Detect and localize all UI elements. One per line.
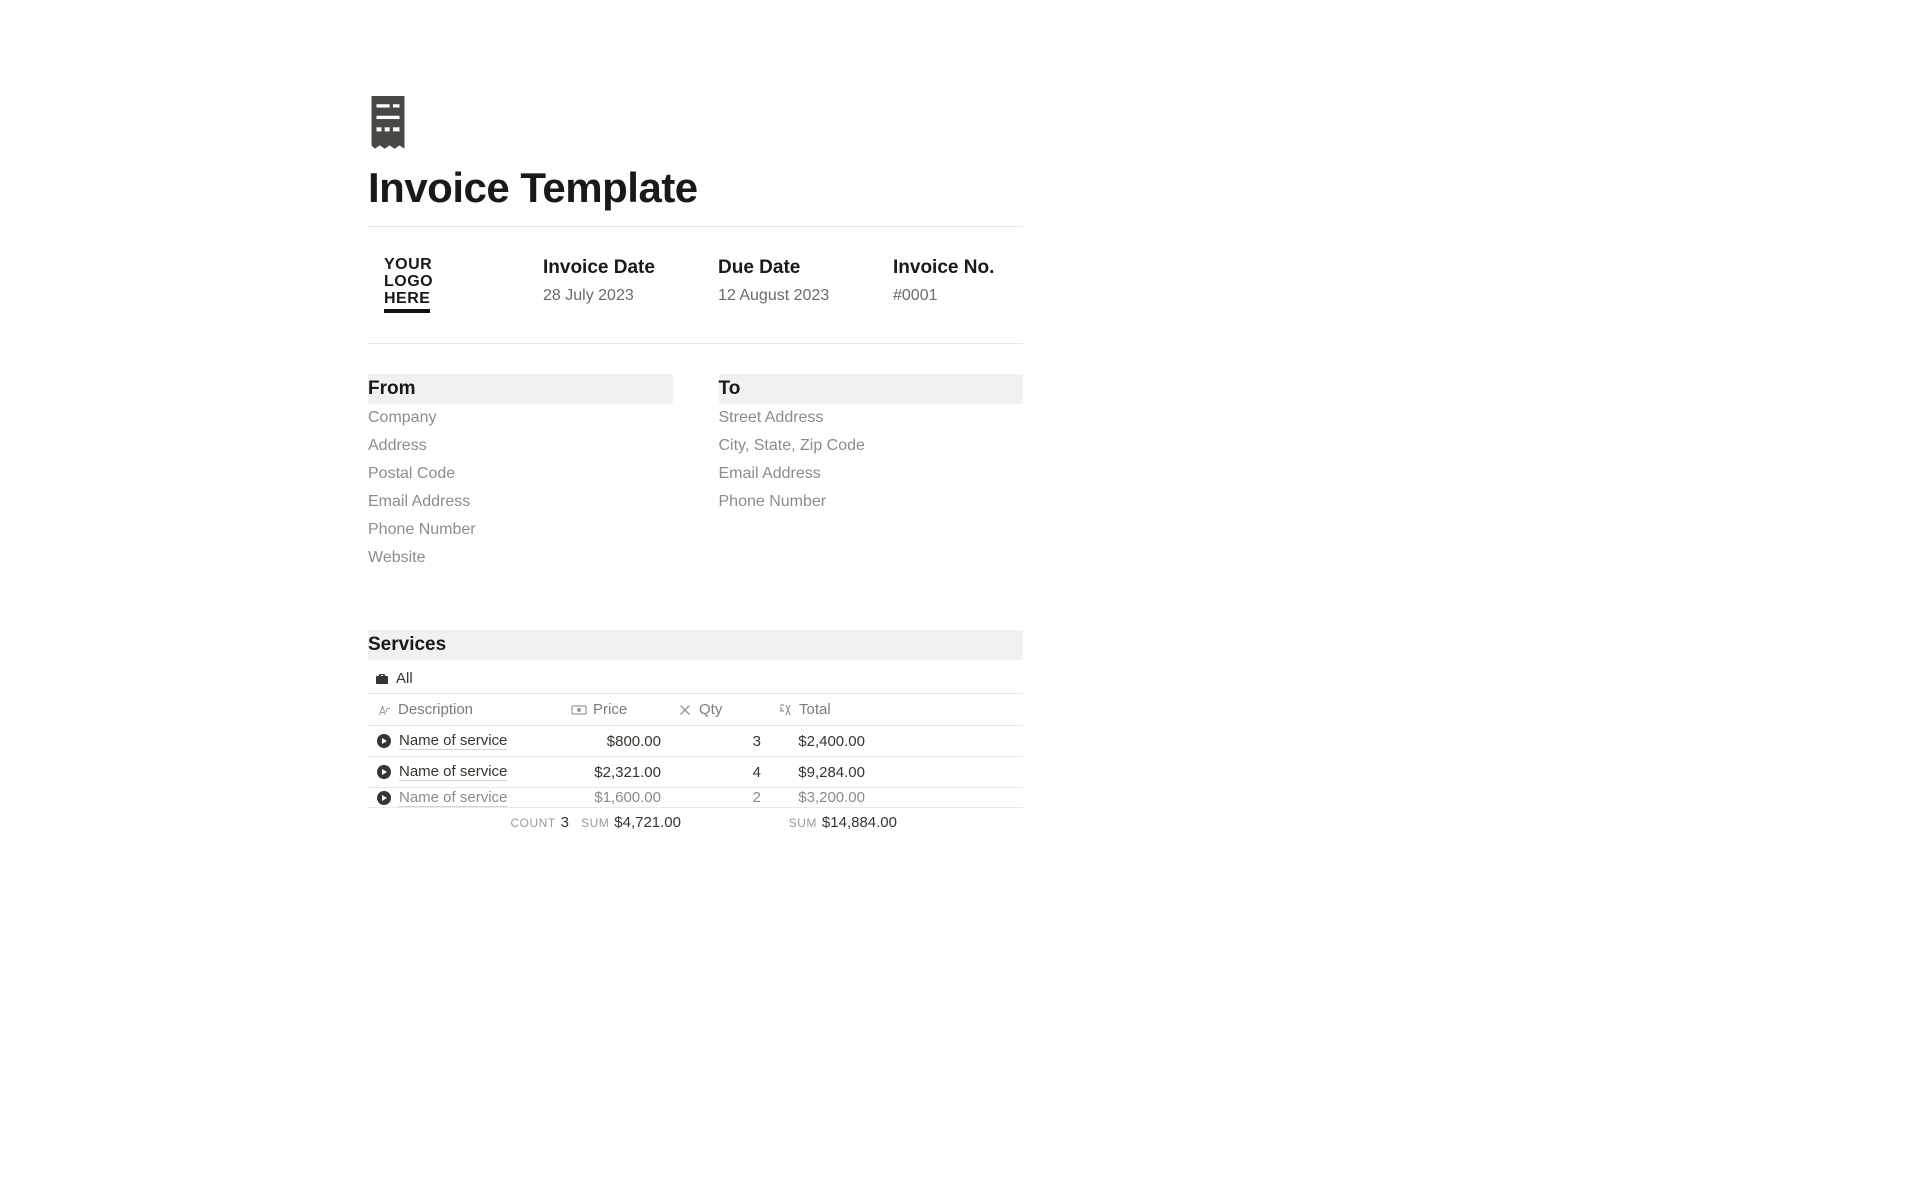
th-total-label: Total [799, 701, 831, 718]
cell-description[interactable]: Name of service [368, 757, 563, 787]
from-website[interactable]: Website [368, 544, 673, 572]
from-address[interactable]: Address [368, 432, 673, 460]
th-description-label: Description [398, 701, 473, 718]
th-qty-label: Qty [699, 701, 722, 718]
divider [368, 343, 1023, 344]
cell-price[interactable]: $2,321.00 [563, 758, 669, 787]
services-header: Services [368, 630, 1023, 660]
th-description[interactable]: Description [368, 694, 563, 725]
footer-sum-total[interactable]: SUM $14,884.00 [753, 814, 897, 831]
receipt-icon [368, 96, 408, 152]
invoice-no-column: Invoice No. #0001 [893, 257, 1023, 305]
sum-total-label: SUM [789, 816, 817, 830]
arrow-circle-icon [376, 733, 392, 749]
from-phone[interactable]: Phone Number [368, 516, 673, 544]
from-email[interactable]: Email Address [368, 488, 673, 516]
arrow-circle-icon [376, 790, 392, 806]
logo-placeholder[interactable]: YOUR LOGO HERE [368, 257, 543, 313]
briefcase-icon [374, 671, 390, 687]
logo-text: YOUR LOGO HERE [368, 257, 432, 313]
footer-count[interactable]: COUNT 3 [514, 814, 569, 831]
th-price[interactable]: Price [563, 694, 669, 725]
cell-qty[interactable]: 4 [669, 758, 769, 787]
logo-line-1: YOUR [384, 257, 432, 274]
page-icon[interactable] [368, 96, 408, 152]
service-name: Name of service [399, 789, 507, 807]
th-price-label: Price [593, 701, 627, 718]
from-postal-code[interactable]: Postal Code [368, 460, 673, 488]
meta-row: YOUR LOGO HERE Invoice Date 28 July 2023… [368, 227, 1023, 343]
sum-price-value: $4,721.00 [614, 814, 681, 831]
table-row[interactable]: Name of service $2,321.00 4 $9,284.00 [368, 757, 1023, 788]
th-total[interactable]: Total [769, 694, 873, 725]
service-name: Name of service [399, 732, 507, 750]
due-date-label: Due Date [718, 257, 893, 279]
x-icon [677, 702, 693, 718]
sum-price-label: SUM [581, 816, 609, 830]
invoice-no-value[interactable]: #0001 [893, 287, 1023, 305]
due-date-value[interactable]: 12 August 2023 [718, 287, 893, 305]
arrow-circle-icon [376, 764, 392, 780]
table-footer: COUNT 3 SUM $4,721.00 SUM $14,884.00 [368, 808, 1023, 831]
services-section: Services All Description Price Qty [368, 630, 1023, 831]
invoice-date-value[interactable]: 28 July 2023 [543, 287, 718, 305]
view-tabs-row: All [368, 660, 1023, 694]
services-table-header: Description Price Qty Total [368, 694, 1023, 726]
cell-description[interactable]: Name of service [368, 726, 563, 756]
cell-qty[interactable]: 3 [669, 727, 769, 756]
logo-line-2: LOGO [384, 274, 432, 291]
view-tab-all[interactable]: All [374, 670, 413, 687]
to-column: To Street Address City, State, Zip Code … [719, 374, 1024, 572]
invoice-date-column: Invoice Date 28 July 2023 [543, 257, 718, 305]
logo-line-3: HERE [384, 291, 430, 314]
th-qty[interactable]: Qty [669, 694, 769, 725]
formula-icon [777, 702, 793, 718]
due-date-column: Due Date 12 August 2023 [718, 257, 893, 305]
cell-price[interactable]: $800.00 [563, 727, 669, 756]
table-row[interactable]: Name of service $800.00 3 $2,400.00 [368, 726, 1023, 757]
from-header: From [368, 374, 673, 404]
cell-total[interactable]: $2,400.00 [769, 727, 873, 756]
to-header: To [719, 374, 1024, 404]
invoice-no-label: Invoice No. [893, 257, 1023, 279]
cell-total[interactable]: $3,200.00 [769, 788, 873, 808]
cell-price[interactable]: $1,600.00 [563, 788, 669, 808]
page-title[interactable]: Invoice Template [368, 164, 1023, 212]
address-row: From Company Address Postal Code Email A… [368, 374, 1023, 572]
page-content: Invoice Template YOUR LOGO HERE Invoice … [368, 0, 1023, 831]
count-label: COUNT [510, 816, 555, 830]
cell-description[interactable]: Name of service [368, 788, 563, 808]
to-street[interactable]: Street Address [719, 404, 1024, 432]
to-email[interactable]: Email Address [719, 460, 1024, 488]
from-column: From Company Address Postal Code Email A… [368, 374, 673, 572]
footer-sum-price[interactable]: SUM $4,721.00 [575, 814, 681, 831]
cell-total[interactable]: $9,284.00 [769, 758, 873, 787]
sum-total-value: $14,884.00 [822, 814, 897, 831]
service-name: Name of service [399, 763, 507, 781]
table-row[interactable]: Name of service $1,600.00 2 $3,200.00 [368, 788, 1023, 808]
view-tab-label: All [396, 670, 413, 687]
cell-qty[interactable]: 2 [669, 788, 769, 808]
from-company[interactable]: Company [368, 404, 673, 432]
to-phone[interactable]: Phone Number [719, 488, 1024, 516]
to-city-state-zip[interactable]: City, State, Zip Code [719, 432, 1024, 460]
text-icon [376, 702, 392, 718]
money-icon [571, 702, 587, 718]
count-value: 3 [561, 814, 569, 831]
invoice-date-label: Invoice Date [543, 257, 718, 279]
